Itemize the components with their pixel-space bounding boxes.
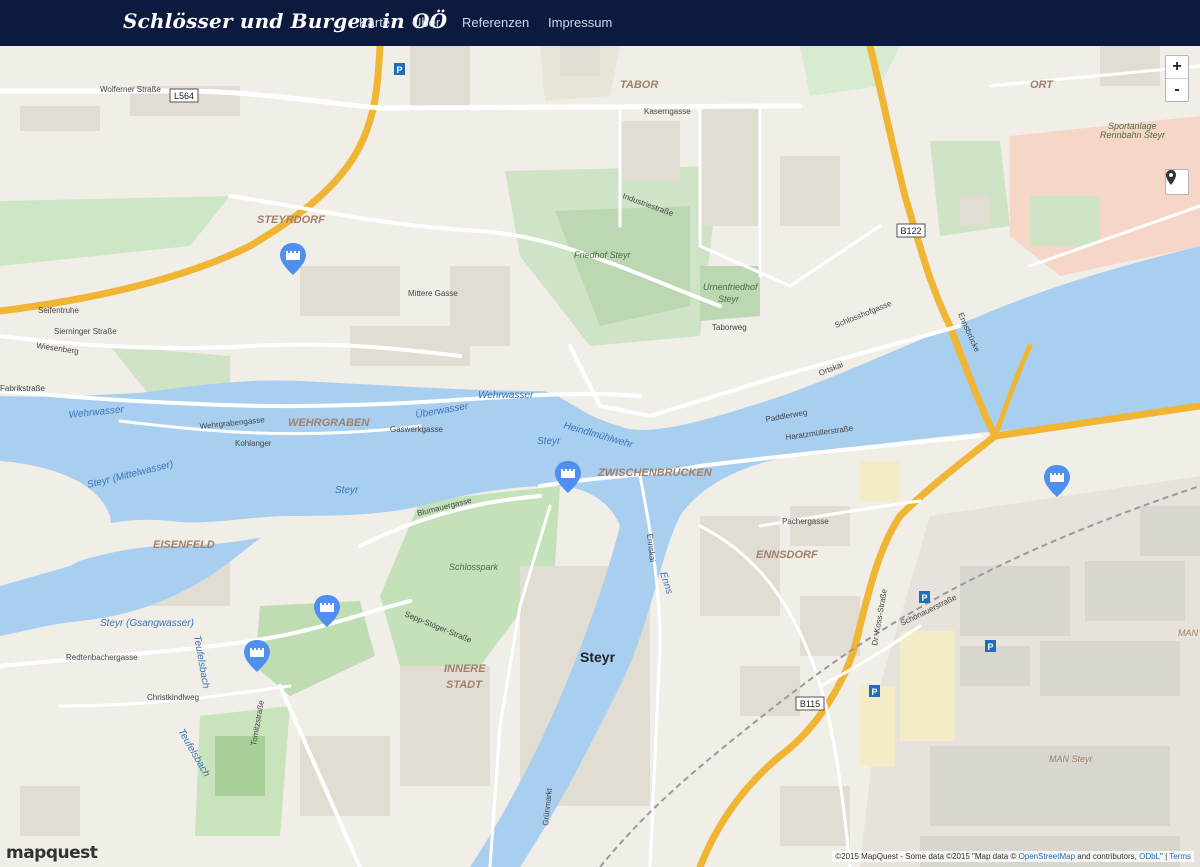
label-schlosspark: Schlosspark xyxy=(449,562,499,572)
label-sportanlage-2: Rennbahn Steyr xyxy=(1100,130,1166,140)
svg-text:P: P xyxy=(396,65,402,75)
street-kohlanger: Kohlanger xyxy=(235,439,272,448)
osm-link[interactable]: OpenStreetMap xyxy=(1019,852,1075,861)
svg-text:P: P xyxy=(987,642,993,652)
street-taborweg: Taborweg xyxy=(712,323,747,332)
label-man: MAN xyxy=(1178,628,1199,638)
label-wehrgraben: WEHRGRABEN xyxy=(288,417,370,429)
label-zwischenbruecken: ZWISCHENBRÜCKEN xyxy=(597,466,713,479)
terms-link[interactable]: Terms xyxy=(1169,852,1191,861)
street-christkindlweg: Christkindlweg xyxy=(147,693,199,702)
label-steyr-city: Steyr xyxy=(580,649,616,665)
label-tabor: TABOR xyxy=(620,79,658,91)
label-friedhof: Friedhof Steyr xyxy=(574,250,632,260)
label-urnenfriedhof-1: Urnenfriedhof xyxy=(703,282,759,292)
location-pin-icon xyxy=(1166,170,1176,185)
zoom-in-button[interactable]: + xyxy=(1166,56,1188,78)
locate-button[interactable] xyxy=(1165,169,1189,195)
label-steyr-river-2: Steyr xyxy=(335,485,359,496)
nav-link-ueber[interactable]: Über xyxy=(412,15,440,30)
odbl-link[interactable]: ODbL xyxy=(1139,852,1160,861)
nav-link-impressum[interactable]: Impressum xyxy=(548,15,612,30)
label-steyr-river-1: Steyr xyxy=(537,436,561,447)
label-stadt: STADT xyxy=(446,679,483,691)
label-wehrwasser-1: Wehrwasser xyxy=(478,390,534,401)
shield-b115: B115 xyxy=(800,699,820,709)
street-gaswerkgasse: Gaswerkgasse xyxy=(390,425,443,434)
site-brand[interactable]: Schlösser und Burgen in OÖ xyxy=(123,9,447,33)
attribution-middle: and contributors, xyxy=(1075,852,1140,861)
street-pachergasse: Pachergasse xyxy=(782,517,829,526)
svg-text:P: P xyxy=(871,687,877,697)
street-kaserngasse: Kaserngasse xyxy=(644,107,691,116)
nav-link-karte[interactable]: Karte xyxy=(359,15,390,30)
zoom-out-button[interactable]: - xyxy=(1166,79,1188,101)
mapquest-logo: mapquest xyxy=(6,843,98,863)
shield-l564: L564 xyxy=(174,91,194,101)
street-fabrikstrasse: Fabrikstraße xyxy=(0,384,45,393)
shield-b122: B122 xyxy=(900,226,921,236)
street-seifentruhe: Seifentruhe xyxy=(38,306,79,315)
label-steyr-gsangwasser: Steyr (Gsangwasser) xyxy=(100,618,194,629)
navbar: Schlösser und Burgen in OÖ Karte Über Re… xyxy=(0,0,1200,46)
label-eisenfeld: EISENFELD xyxy=(153,539,215,551)
label-urnenfriedhof-2: Steyr xyxy=(718,294,740,304)
attribution-text: ©2015 MapQuest - Some data ©2015 "Map da… xyxy=(835,852,1019,861)
label-steyrdorf: STEYRDORF xyxy=(257,214,325,226)
svg-text:P: P xyxy=(921,593,927,603)
label-man-steyr: MAN Steyr xyxy=(1049,754,1094,764)
zoom-controls: + - xyxy=(1165,55,1189,102)
street-redtenbachergasse: Redtenbachergasse xyxy=(66,653,138,662)
attribution-sep: " | xyxy=(1160,852,1170,861)
nav-link-referenzen[interactable]: Referenzen xyxy=(462,15,529,30)
map-attribution: ©2015 MapQuest - Some data ©2015 "Map da… xyxy=(832,851,1194,862)
street-wolfernerstrasse: Wolferner Straße xyxy=(100,85,161,94)
street-sierninger: Sierninger Straße xyxy=(54,327,117,336)
street-mittere-gasse: Mittere Gasse xyxy=(408,289,458,298)
label-ennsdorf: ENNSDORF xyxy=(756,549,818,561)
label-innere: INNERE xyxy=(444,663,486,675)
label-ort: ORT xyxy=(1030,79,1054,91)
map-view[interactable]: L564 B122 B115 TABOR ORT STEYRDORF WEHRG… xyxy=(0,46,1200,867)
